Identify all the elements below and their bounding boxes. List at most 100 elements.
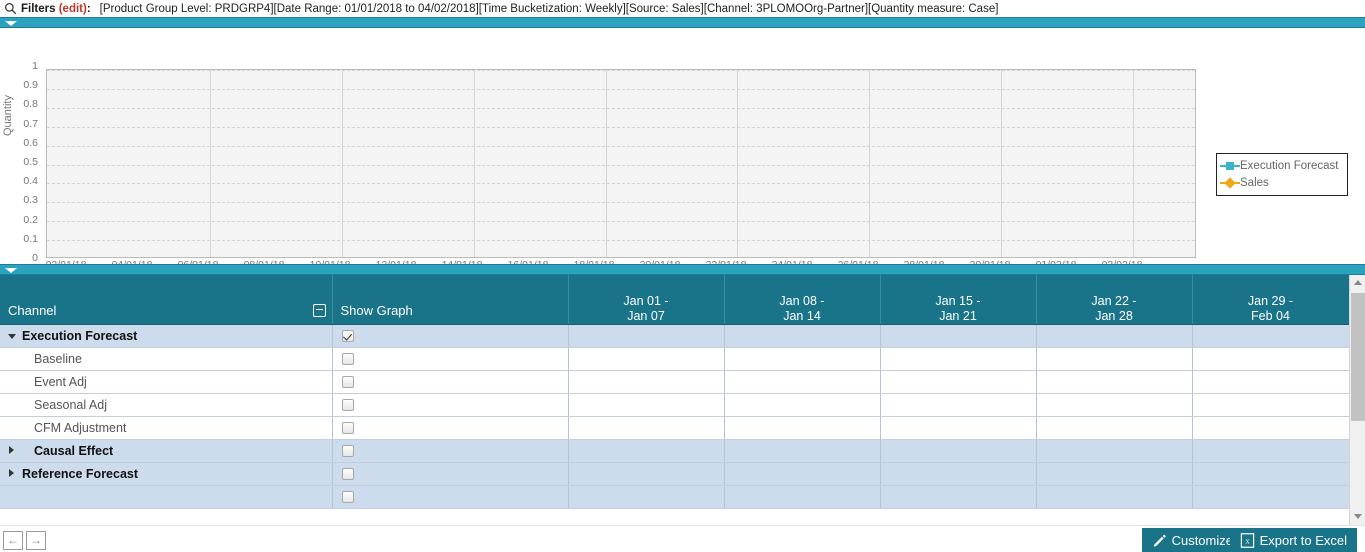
chart-legend: Execution Forecast Sales bbox=[1216, 153, 1348, 196]
row-name-cell[interactable]: Baseline bbox=[0, 347, 332, 370]
data-cell[interactable] bbox=[1192, 324, 1349, 347]
show-graph-checkbox[interactable] bbox=[342, 445, 354, 457]
data-cell[interactable] bbox=[880, 370, 1036, 393]
data-cell[interactable] bbox=[1192, 485, 1349, 508]
data-cell[interactable] bbox=[1192, 416, 1349, 439]
column-header-date-3[interactable]: Jan 15 - Jan 21 bbox=[880, 275, 1036, 324]
show-graph-checkbox[interactable] bbox=[342, 399, 354, 411]
previous-page-button[interactable]: ← bbox=[3, 531, 23, 550]
next-page-button[interactable]: → bbox=[26, 531, 46, 550]
table-row[interactable]: Execution Forecast bbox=[0, 324, 1349, 347]
table-row[interactable]: Seasonal Adj bbox=[0, 393, 1349, 416]
data-cell[interactable] bbox=[568, 347, 724, 370]
data-cell[interactable] bbox=[568, 462, 724, 485]
show-graph-cell[interactable] bbox=[332, 485, 568, 508]
data-cell[interactable] bbox=[1036, 485, 1192, 508]
row-name-cell[interactable]: Seasonal Adj bbox=[0, 393, 332, 416]
data-cell[interactable] bbox=[880, 462, 1036, 485]
data-cell[interactable] bbox=[1192, 393, 1349, 416]
row-name-cell[interactable]: Event Adj bbox=[0, 370, 332, 393]
table-row[interactable]: Event Adj bbox=[0, 370, 1349, 393]
legend-item-execution-forecast[interactable]: Execution Forecast bbox=[1220, 157, 1343, 174]
data-cell[interactable] bbox=[724, 485, 880, 508]
data-cell[interactable] bbox=[1036, 324, 1192, 347]
data-cell[interactable] bbox=[724, 462, 880, 485]
table-row[interactable]: Baseline bbox=[0, 347, 1349, 370]
expand-collapse-triangle-icon[interactable] bbox=[9, 446, 14, 454]
chart-panel-splitter-top[interactable] bbox=[0, 17, 1365, 28]
data-cell[interactable] bbox=[724, 393, 880, 416]
data-cell[interactable] bbox=[880, 485, 1036, 508]
data-cell[interactable] bbox=[568, 393, 724, 416]
show-graph-cell[interactable] bbox=[332, 439, 568, 462]
show-graph-checkbox[interactable] bbox=[342, 491, 354, 503]
collapse-all-icon[interactable] bbox=[313, 304, 326, 317]
show-graph-cell[interactable] bbox=[332, 370, 568, 393]
show-graph-cell[interactable] bbox=[332, 393, 568, 416]
show-graph-checkbox[interactable] bbox=[342, 330, 354, 342]
data-cell[interactable] bbox=[880, 347, 1036, 370]
table-row[interactable] bbox=[0, 485, 1349, 508]
show-graph-checkbox[interactable] bbox=[342, 353, 354, 365]
data-cell[interactable] bbox=[1192, 462, 1349, 485]
data-cell[interactable] bbox=[880, 393, 1036, 416]
data-cell[interactable] bbox=[1036, 347, 1192, 370]
data-cell[interactable] bbox=[568, 370, 724, 393]
data-cell[interactable] bbox=[724, 324, 880, 347]
show-graph-cell[interactable] bbox=[332, 462, 568, 485]
column-header-date-1[interactable]: Jan 01 - Jan 07 bbox=[568, 275, 724, 324]
row-name-cell[interactable]: Causal Effect bbox=[0, 439, 332, 462]
scroll-up-button[interactable] bbox=[1350, 275, 1365, 291]
data-cell[interactable] bbox=[568, 324, 724, 347]
column-header-show-graph[interactable]: Show Graph bbox=[332, 275, 568, 324]
data-cell[interactable] bbox=[724, 347, 880, 370]
data-cell[interactable] bbox=[880, 439, 1036, 462]
show-graph-checkbox[interactable] bbox=[342, 468, 354, 480]
show-graph-cell[interactable] bbox=[332, 347, 568, 370]
table-row[interactable]: Causal Effect bbox=[0, 439, 1349, 462]
filters-edit-link[interactable]: (edit) bbox=[59, 3, 87, 15]
data-cell[interactable] bbox=[1036, 439, 1192, 462]
data-cell[interactable] bbox=[1192, 370, 1349, 393]
data-cell[interactable] bbox=[1036, 462, 1192, 485]
show-graph-cell[interactable] bbox=[332, 324, 568, 347]
data-cell[interactable] bbox=[880, 416, 1036, 439]
column-header-date-5[interactable]: Jan 29 - Feb 04 bbox=[1192, 275, 1349, 324]
row-name-cell[interactable]: CFM Adjustment bbox=[0, 416, 332, 439]
legend-item-sales[interactable]: Sales bbox=[1220, 174, 1343, 191]
expand-collapse-triangle-icon[interactable] bbox=[9, 469, 14, 477]
scroll-down-button[interactable] bbox=[1350, 509, 1365, 525]
table-row[interactable]: CFM Adjustment bbox=[0, 416, 1349, 439]
data-cell[interactable] bbox=[1192, 439, 1349, 462]
scrollbar-thumb[interactable] bbox=[1351, 293, 1365, 421]
show-graph-cell[interactable] bbox=[332, 416, 568, 439]
expand-collapse-triangle-icon[interactable] bbox=[8, 334, 16, 339]
row-name-cell[interactable] bbox=[0, 485, 332, 508]
export-to-excel-button[interactable]: x Export to Excel bbox=[1230, 528, 1357, 552]
row-name-cell[interactable]: Reference Forecast bbox=[0, 462, 332, 485]
column-header-date-4[interactable]: Jan 22 - Jan 28 bbox=[1036, 275, 1192, 324]
data-cell[interactable] bbox=[1036, 416, 1192, 439]
show-graph-checkbox[interactable] bbox=[342, 422, 354, 434]
show-graph-checkbox[interactable] bbox=[342, 376, 354, 388]
data-cell[interactable] bbox=[1192, 347, 1349, 370]
table-row[interactable]: Reference Forecast bbox=[0, 462, 1349, 485]
y-tick: 0.9 bbox=[23, 79, 38, 91]
collapse-chart-triangle-icon[interactable] bbox=[5, 21, 17, 26]
row-name-cell[interactable]: Execution Forecast bbox=[0, 324, 332, 347]
data-cell[interactable] bbox=[568, 485, 724, 508]
data-cell[interactable] bbox=[724, 416, 880, 439]
column-header-date-2[interactable]: Jan 08 - Jan 14 bbox=[724, 275, 880, 324]
data-cell[interactable] bbox=[1036, 393, 1192, 416]
data-cell[interactable] bbox=[568, 416, 724, 439]
data-cell[interactable] bbox=[724, 370, 880, 393]
collapse-table-triangle-icon[interactable] bbox=[5, 268, 17, 273]
grid-vertical-scrollbar[interactable] bbox=[1349, 275, 1365, 525]
table-panel-splitter[interactable] bbox=[0, 264, 1365, 275]
column-header-channel[interactable]: Channel bbox=[0, 275, 332, 324]
data-cell[interactable] bbox=[568, 439, 724, 462]
customize-button[interactable]: Customize bbox=[1142, 528, 1243, 552]
data-cell[interactable] bbox=[1036, 370, 1192, 393]
data-cell[interactable] bbox=[724, 439, 880, 462]
data-cell[interactable] bbox=[880, 324, 1036, 347]
